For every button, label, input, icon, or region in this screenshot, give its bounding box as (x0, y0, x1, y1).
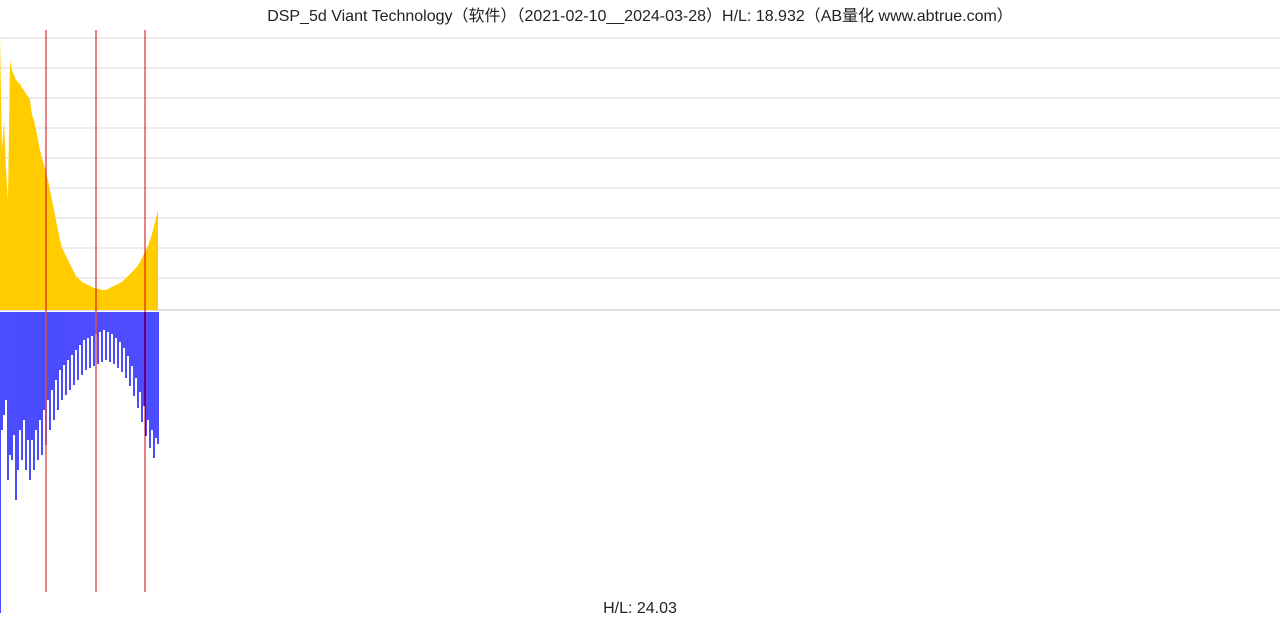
price-volume-chart (0, 0, 1280, 620)
